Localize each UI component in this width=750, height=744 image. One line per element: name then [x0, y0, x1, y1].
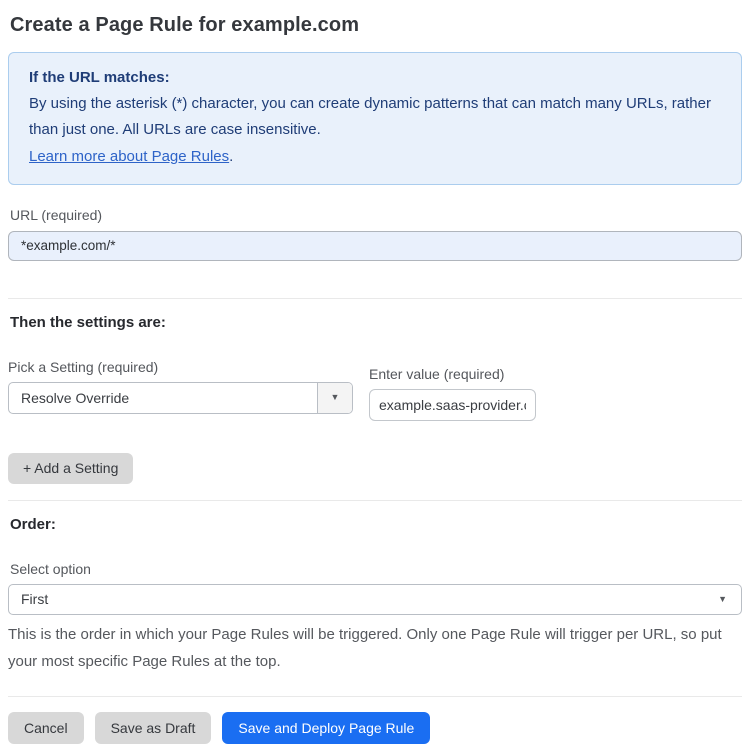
setting-picker-column: Pick a Setting (required) Resolve Overri…	[8, 360, 353, 414]
divider	[8, 499, 742, 501]
link-suffix: .	[229, 147, 234, 165]
divider	[8, 695, 742, 697]
learn-more-link[interactable]: Learn more about Page Rules	[29, 148, 229, 165]
page-rule-form: Create a Page Rule for example.com If th…	[0, 0, 750, 744]
info-box-heading: If the URL matches:	[29, 69, 170, 86]
add-setting-button[interactable]: + Add a Setting	[8, 452, 134, 484]
order-select-label: Select option	[10, 560, 91, 577]
page-title: Create a Page Rule for example.com	[10, 14, 360, 36]
settings-row: Pick a Setting (required) Resolve Overri…	[8, 360, 742, 421]
order-select-value: First	[21, 591, 49, 608]
divider	[8, 297, 742, 299]
settings-section-heading: Then the settings are:	[10, 313, 166, 331]
order-help-text: This is the order in which your Page Rul…	[8, 625, 722, 670]
setting-picker-arrow-button[interactable]: ▼	[317, 382, 352, 413]
save-and-deploy-button[interactable]: Save and Deploy Page Rule	[222, 711, 431, 744]
setting-picker-value: Resolve Override	[21, 389, 130, 406]
setting-value-column: Enter value (required)	[369, 367, 536, 421]
save-as-draft-button[interactable]: Save as Draft	[94, 711, 212, 744]
cancel-button[interactable]: Cancel	[8, 711, 84, 744]
url-input[interactable]	[8, 230, 742, 261]
url-field-label: URL (required)	[10, 206, 103, 223]
chevron-down-icon: ▼	[330, 392, 340, 403]
info-box-link-line: Learn more about Page Rules.	[29, 144, 721, 171]
info-box-body: By using the asterisk (*) character, you…	[29, 94, 711, 139]
url-match-info-box: If the URL matches: By using the asteris…	[8, 52, 742, 185]
order-select[interactable]: First ▼	[8, 583, 742, 615]
setting-picker-label: Pick a Setting (required)	[8, 358, 159, 375]
setting-picker-select[interactable]: Resolve Override ▼	[8, 381, 353, 414]
setting-value-label: Enter value (required)	[369, 365, 505, 382]
setting-value-input[interactable]	[369, 388, 536, 421]
order-section-heading: Order:	[10, 515, 56, 533]
chevron-down-icon: ▼	[718, 593, 727, 604]
footer-actions: Cancel Save as Draft Save and Deploy Pag…	[8, 711, 742, 744]
